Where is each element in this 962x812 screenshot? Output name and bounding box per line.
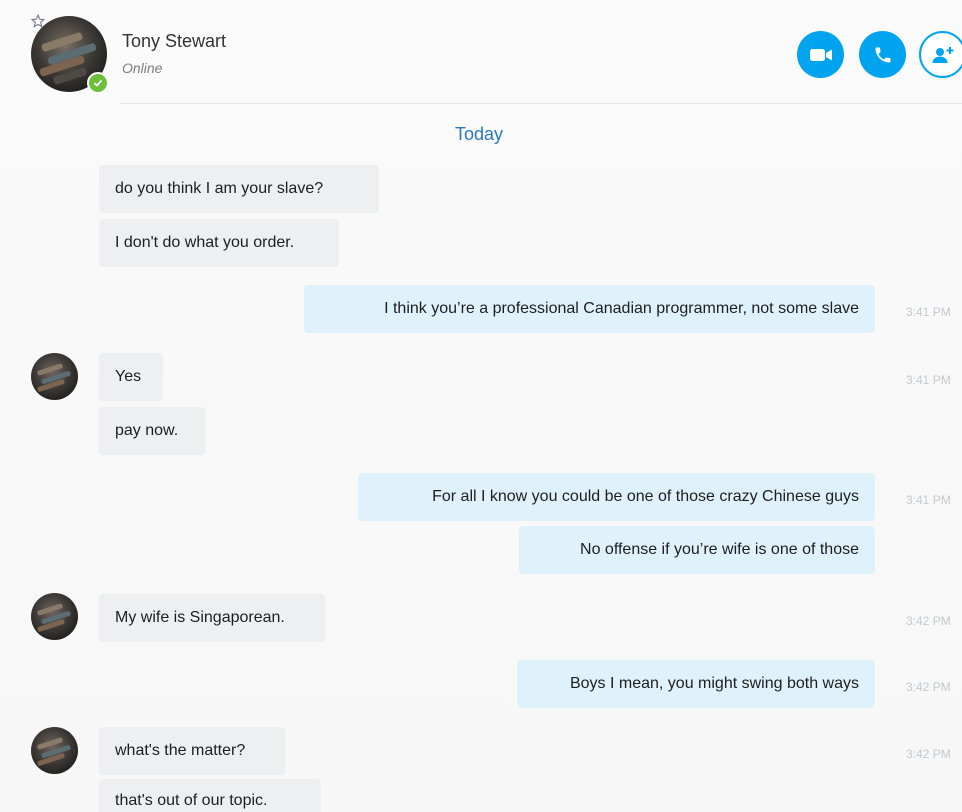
audio-call-icon [875, 47, 890, 62]
contact-name[interactable]: Tony Stewart [122, 31, 226, 52]
header-divider [120, 103, 962, 104]
audio-call-button[interactable] [859, 31, 906, 78]
incoming-message-bubble[interactable]: pay now. [99, 407, 205, 455]
outgoing-message-bubble[interactable]: For all I know you could be one of those… [358, 473, 875, 521]
incoming-message-bubble[interactable]: Yes [99, 353, 163, 401]
star-icon[interactable] [30, 13, 46, 30]
incoming-message-bubble[interactable]: I don't do what you order. [99, 219, 339, 267]
sender-avatar[interactable] [31, 593, 78, 640]
message-timestamp: 3:41 PM [906, 373, 951, 387]
outgoing-message-bubble[interactable]: I think you’re a professional Canadian p… [304, 285, 875, 333]
add-people-icon [932, 46, 953, 63]
message-timestamp: 3:42 PM [906, 614, 951, 628]
incoming-message-bubble[interactable]: My wife is Singaporean. [99, 594, 325, 642]
conversation-header: Tony Stewart Online [0, 0, 962, 104]
message-timestamp: 3:42 PM [906, 680, 951, 694]
sender-avatar[interactable] [31, 727, 78, 774]
day-separator: Today [455, 124, 504, 144]
video-call-icon [809, 48, 832, 61]
message-timestamp: 3:41 PM [906, 305, 951, 319]
message-timestamp: 3:42 PM [906, 747, 951, 761]
outgoing-message-bubble[interactable]: No offense if you’re wife is one of thos… [519, 526, 875, 574]
outgoing-message-bubble[interactable]: Boys I mean, you might swing both ways [517, 660, 875, 708]
add-people-button[interactable] [919, 31, 962, 78]
incoming-message-bubble[interactable]: do you think I am your slave? [99, 165, 379, 213]
video-call-button[interactable] [797, 31, 844, 78]
online-status-icon [87, 72, 109, 94]
message-timestamp: 3:41 PM [906, 493, 951, 507]
contact-status: Online [122, 60, 163, 76]
chat-window: Tony Stewart Online Today do you think I… [0, 0, 962, 812]
sender-avatar[interactable] [31, 353, 78, 400]
incoming-message-bubble[interactable]: that's out of our topic. [99, 779, 321, 812]
incoming-message-bubble[interactable]: what's the matter? [99, 727, 285, 775]
